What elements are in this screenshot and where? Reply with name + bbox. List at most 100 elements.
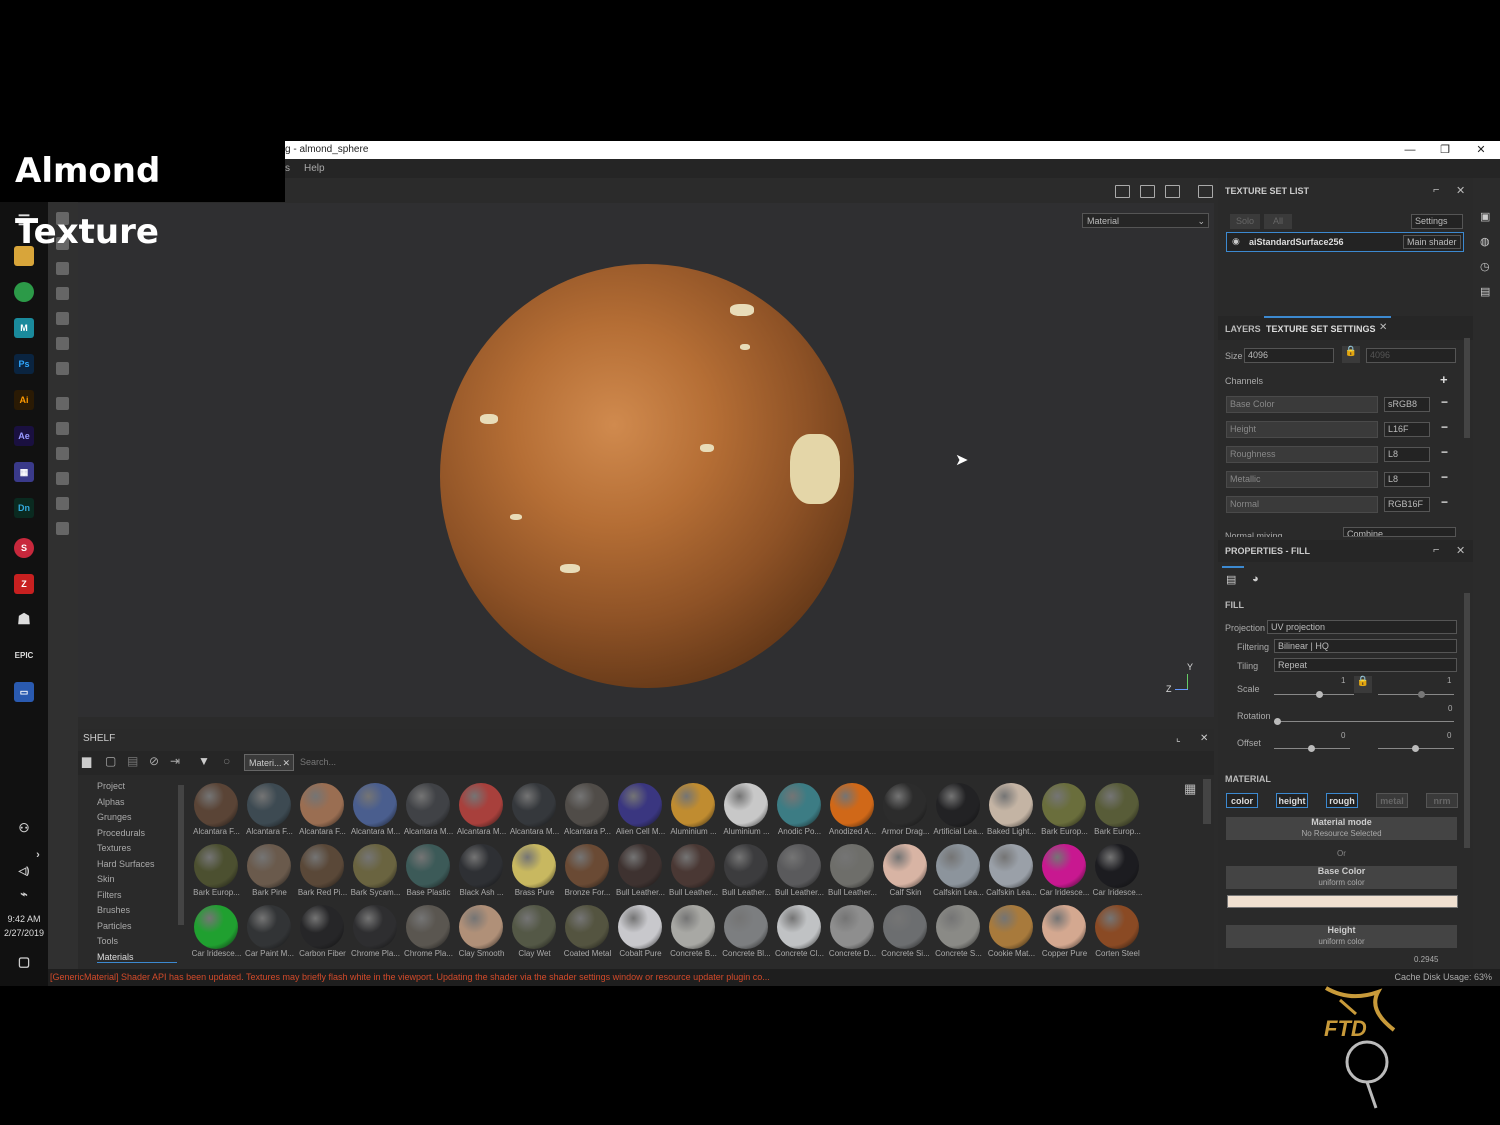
material-thumbnail[interactable]: Bark Pine bbox=[243, 840, 296, 900]
add-channel-icon[interactable]: + bbox=[1440, 372, 1448, 387]
new-file-icon[interactable]: ▢ bbox=[105, 754, 116, 768]
color-picker-icon[interactable] bbox=[56, 362, 69, 375]
material-thumbnail[interactable]: Chrome Pla... bbox=[349, 901, 402, 961]
network-icon[interactable]: ⌁ bbox=[14, 884, 34, 904]
log-icon[interactable]: ▤ bbox=[1480, 285, 1490, 298]
rotation-knob[interactable] bbox=[1274, 718, 1281, 725]
material-thumbnail[interactable]: Alcantara F... bbox=[296, 779, 349, 839]
material-thumbnail[interactable]: Concrete B... bbox=[667, 901, 720, 961]
channel-format-dropdown[interactable]: RGB16F bbox=[1384, 497, 1430, 512]
material-thumbnail[interactable]: Car Iridesce... bbox=[1091, 840, 1144, 900]
base-color-swatch[interactable] bbox=[1227, 895, 1458, 908]
material-thumbnail[interactable]: Corten Steel bbox=[1091, 901, 1144, 961]
close-tab-icon[interactable]: ✕ bbox=[1379, 322, 1387, 333]
undock-icon[interactable]: ⌐ bbox=[1433, 544, 1439, 556]
people-icon[interactable]: ⚇ bbox=[14, 818, 34, 838]
lock-icon[interactable]: 🔒 bbox=[1342, 346, 1360, 363]
shelf-category-item[interactable]: Project bbox=[97, 781, 125, 791]
camera-icon[interactable] bbox=[56, 497, 69, 510]
close-icon[interactable]: ✕ bbox=[1200, 729, 1208, 749]
epic-games-icon[interactable]: EPIC bbox=[14, 646, 34, 666]
material-thumbnail[interactable]: Car Iridesce... bbox=[1038, 840, 1091, 900]
after-effects-icon[interactable]: Ae bbox=[14, 426, 34, 446]
shader-dropdown[interactable]: Main shader bbox=[1403, 235, 1461, 249]
material-thumbnail[interactable]: Chrome Pla... bbox=[402, 901, 455, 961]
material-ball-icon[interactable]: ◕ bbox=[1252, 573, 1259, 585]
base-color-box[interactable]: Base Color uniform color bbox=[1226, 866, 1457, 889]
all-button[interactable]: All bbox=[1264, 214, 1292, 229]
remove-channel-icon[interactable]: − bbox=[1441, 395, 1448, 409]
material-thumbnail[interactable]: Concrete Bl... bbox=[720, 901, 773, 961]
shelf-scrollbar[interactable] bbox=[1203, 779, 1211, 824]
material-mode-box[interactable]: Material mode No Resource Selected bbox=[1226, 817, 1457, 840]
channel-name-field[interactable]: Normal bbox=[1226, 496, 1378, 513]
material-thumbnail[interactable]: Cookie Mat... bbox=[985, 901, 1038, 961]
channel-name-field[interactable]: Base Color bbox=[1226, 396, 1378, 413]
tab-layers[interactable]: LAYERS bbox=[1225, 324, 1261, 334]
sphere-icon[interactable] bbox=[56, 447, 69, 460]
material-channel-toggle[interactable]: height bbox=[1276, 793, 1308, 808]
material-thumbnail[interactable]: Bronze For... bbox=[561, 840, 614, 900]
almond-textured-sphere[interactable] bbox=[440, 264, 854, 688]
shelf-category-item[interactable]: Procedurals bbox=[97, 828, 145, 838]
light-icon[interactable] bbox=[56, 422, 69, 435]
material-thumbnail[interactable]: Armor Drag... bbox=[879, 779, 932, 839]
material-thumbnail[interactable]: Concrete Cl... bbox=[773, 901, 826, 961]
maya-icon[interactable]: M bbox=[14, 318, 34, 338]
projection-icon[interactable] bbox=[56, 262, 69, 275]
shelf-category-item[interactable]: Grunges bbox=[97, 812, 132, 822]
maximize-button[interactable]: ❐ bbox=[1430, 141, 1460, 159]
frame-view-icon[interactable] bbox=[1115, 185, 1130, 198]
material-thumbnail[interactable]: Car Paint M... bbox=[243, 901, 296, 961]
photoshop-icon[interactable]: Ps bbox=[14, 354, 34, 374]
normal-mixing-dropdown[interactable]: Combine bbox=[1343, 527, 1456, 537]
volume-icon[interactable]: ◁) bbox=[14, 862, 34, 882]
shelf-category-item[interactable]: Skin bbox=[97, 874, 115, 884]
scale-v-knob[interactable] bbox=[1418, 691, 1425, 698]
material-thumbnail[interactable]: Concrete S... bbox=[932, 901, 985, 961]
projection-dropdown[interactable]: UV projection bbox=[1267, 620, 1457, 634]
substance-painter-icon[interactable]: S bbox=[14, 538, 34, 558]
settings-dropdown[interactable]: Settings bbox=[1411, 214, 1463, 229]
tab-texture-set-settings[interactable]: TEXTURE SET SETTINGS bbox=[1266, 324, 1376, 334]
material-thumbnail[interactable]: Baked Light... bbox=[985, 779, 1038, 839]
undock-icon[interactable]: ⌞ bbox=[1176, 729, 1181, 749]
offset-v-knob[interactable] bbox=[1412, 745, 1419, 752]
solo-button[interactable]: Solo bbox=[1230, 214, 1260, 229]
minimize-button[interactable]: — bbox=[1395, 141, 1425, 159]
material-thumbnail[interactable]: Anodic Po... bbox=[773, 779, 826, 839]
close-button[interactable]: ✕ bbox=[1466, 141, 1496, 159]
material-thumbnail[interactable]: Black Ash ... bbox=[455, 840, 508, 900]
material-thumbnail[interactable]: Bull Leather... bbox=[720, 840, 773, 900]
material-thumbnail[interactable]: Bark Red Pi... bbox=[296, 840, 349, 900]
screenshot-icon[interactable] bbox=[1198, 185, 1213, 198]
material-thumbnail[interactable]: Carbon Fiber bbox=[296, 901, 349, 961]
menu-item-help[interactable]: Help bbox=[304, 159, 325, 178]
scale-v-slider[interactable] bbox=[1378, 691, 1454, 698]
texture-set-row[interactable]: ◉ aiStandardSurface256 Main shader bbox=[1226, 232, 1464, 252]
material-thumbnail[interactable]: Alcantara M... bbox=[349, 779, 402, 839]
material-channel-toggle[interactable]: rough bbox=[1326, 793, 1358, 808]
remove-channel-icon[interactable]: − bbox=[1441, 495, 1448, 509]
zbrush-icon[interactable]: Z bbox=[14, 574, 34, 594]
material-thumbnail[interactable]: Clay Wet bbox=[508, 901, 561, 961]
material-thumbnail[interactable]: Alcantara F... bbox=[243, 779, 296, 839]
material-thumbnail[interactable]: Alcantara M... bbox=[402, 779, 455, 839]
remove-channel-icon[interactable]: − bbox=[1441, 420, 1448, 434]
refresh-icon[interactable]: ○ bbox=[223, 754, 230, 768]
close-icon[interactable]: ✕ bbox=[1456, 544, 1465, 557]
height-box[interactable]: Height uniform color bbox=[1226, 925, 1457, 948]
display-icon[interactable]: ▭ bbox=[14, 682, 34, 702]
shelf-category-item[interactable]: Materials bbox=[97, 952, 177, 963]
close-icon[interactable]: ✕ bbox=[1456, 184, 1465, 197]
display-settings-icon[interactable]: ▣ bbox=[1480, 210, 1490, 223]
material-channel-toggle[interactable]: nrm bbox=[1426, 793, 1458, 808]
material-thumbnail[interactable]: Bull Leather... bbox=[614, 840, 667, 900]
dimension-icon[interactable]: Dn bbox=[14, 498, 34, 518]
material-thumbnail[interactable]: Alcantara M... bbox=[455, 779, 508, 839]
filtering-dropdown[interactable]: Bilinear | HQ bbox=[1274, 639, 1457, 653]
remove-channel-icon[interactable]: − bbox=[1441, 445, 1448, 459]
shelf-category-item[interactable]: Brushes bbox=[97, 905, 130, 915]
offset-u-slider[interactable] bbox=[1274, 745, 1350, 752]
filter-icon[interactable]: ▼ bbox=[198, 754, 210, 768]
